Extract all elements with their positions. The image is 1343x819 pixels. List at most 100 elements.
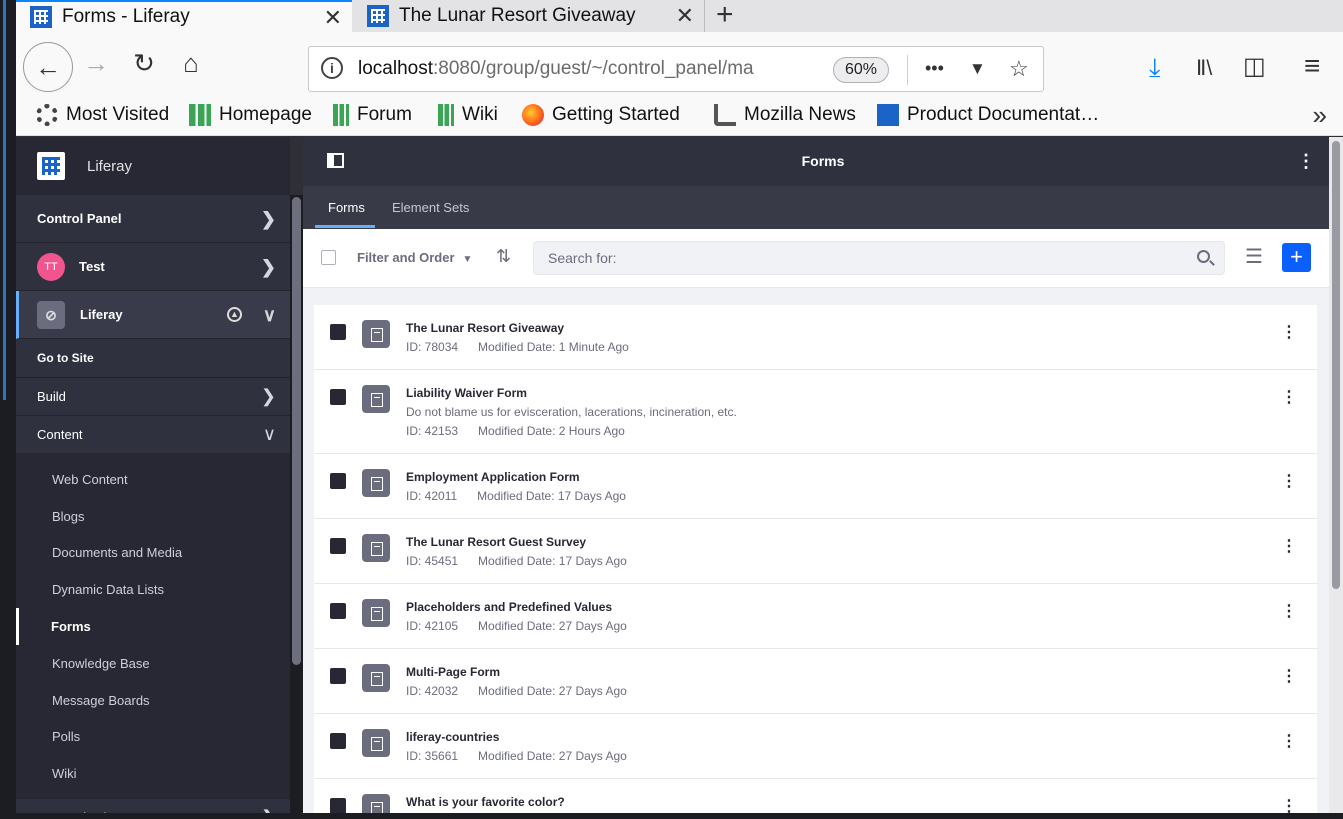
- chevron-down-icon[interactable]: ∨: [263, 305, 276, 326]
- form-title[interactable]: Placeholders and Predefined Values: [406, 600, 627, 614]
- form-title[interactable]: The Lunar Resort Guest Survey: [406, 535, 627, 549]
- list-item[interactable]: The Lunar Resort Giveaway ID: 78034 Modifi…: [314, 305, 1317, 370]
- row-checkbox[interactable]: [330, 389, 346, 405]
- row-checkbox[interactable]: [330, 324, 346, 340]
- library-icon[interactable]: Ⅱ\: [1196, 56, 1212, 81]
- main-scrollbar[interactable]: [1329, 137, 1343, 819]
- row-checkbox[interactable]: [330, 538, 346, 554]
- portlet-header: Forms ⋮: [303, 137, 1343, 186]
- row-checkbox[interactable]: [330, 733, 346, 749]
- bookmark-most-visited[interactable]: Most Visited: [36, 104, 169, 126]
- sidebar-item-knowledge-base[interactable]: Knowledge Base: [16, 645, 290, 682]
- sidebar-item-documents-and-media[interactable]: Documents and Media: [16, 535, 290, 572]
- form-icon: [362, 664, 390, 692]
- close-tab-icon[interactable]: ✕: [676, 3, 694, 29]
- bookmark-mozilla-news[interactable]: Mozilla News: [714, 104, 856, 126]
- downloads-icon[interactable]: ⤓: [1149, 52, 1161, 84]
- browser-tab-giveaway[interactable]: The Lunar Resort Giveaway ✕: [353, 0, 705, 32]
- back-button[interactable]: ←: [23, 42, 73, 92]
- list-item[interactable]: Multi-Page Form ID: 42032 Modified Date: 2…: [314, 649, 1317, 714]
- tab-title: The Lunar Resort Giveaway: [399, 5, 636, 26]
- url-text[interactable]: localhost:8080/group/guest/~/control_pan…: [358, 58, 778, 80]
- sidebar-item-forms[interactable]: Forms: [16, 608, 290, 645]
- row-actions-kebab-icon[interactable]: ⋮: [1281, 604, 1297, 620]
- row-body: liferay-countries ID: 35661 Modified Date:…: [406, 730, 627, 763]
- filter-and-order-dropdown[interactable]: Filter and Order ▼: [357, 250, 472, 265]
- sidebar-item-dynamic-data-lists[interactable]: Dynamic Data Lists: [16, 571, 290, 608]
- zoom-level-button[interactable]: 60%: [833, 57, 889, 83]
- management-toolbar: Filter and Order ▼ ⇅ ☰ +: [303, 229, 1343, 288]
- build-section[interactable]: Build ❯: [16, 377, 290, 415]
- list-item[interactable]: The Lunar Resort Guest Survey ID: 45451 Mo…: [314, 519, 1317, 584]
- hamburger-menu-icon[interactable]: ≡: [1304, 50, 1320, 82]
- bookmarks-overflow-icon[interactable]: »: [1313, 100, 1327, 131]
- row-actions-kebab-icon[interactable]: ⋮: [1281, 669, 1297, 685]
- forward-button[interactable]: →: [79, 46, 113, 80]
- site-info-icon[interactable]: i: [321, 57, 343, 79]
- row-actions-kebab-icon[interactable]: ⋮: [1281, 325, 1297, 341]
- row-checkbox[interactable]: [330, 603, 346, 619]
- row-checkbox[interactable]: [330, 798, 346, 814]
- list-item[interactable]: liferay-countries ID: 35661 Modified Date:…: [314, 714, 1317, 779]
- tab-forms[interactable]: Forms: [328, 200, 365, 215]
- form-modified-date: 27 Days Ago: [558, 684, 627, 698]
- form-title[interactable]: The Lunar Resort Giveaway: [406, 321, 629, 335]
- row-checkbox[interactable]: [330, 668, 346, 684]
- new-tab-button[interactable]: +: [716, 0, 734, 32]
- reload-button[interactable]: ↻: [127, 46, 161, 80]
- go-to-site-link[interactable]: Go to Site: [16, 339, 290, 377]
- row-actions-kebab-icon[interactable]: ⋮: [1281, 390, 1297, 406]
- form-title[interactable]: Multi-Page Form: [406, 665, 627, 679]
- content-section[interactable]: Content ∨: [16, 415, 290, 453]
- sidebar-item-polls[interactable]: Polls: [16, 719, 290, 756]
- pocket-icon[interactable]: ▼: [969, 59, 986, 79]
- site-row[interactable]: ⊘ Liferay ▲ ∨: [16, 291, 290, 339]
- sidebar-item-blogs[interactable]: Blogs: [16, 498, 290, 535]
- form-title[interactable]: Liability Waiver Form: [406, 386, 737, 400]
- firefox-icon: [522, 104, 544, 126]
- row-actions-kebab-icon[interactable]: ⋮: [1281, 734, 1297, 750]
- options-kebab-icon[interactable]: ⋮: [1297, 151, 1315, 172]
- form-meta: ID: 42153 Modified Date: 2 Hours Ago: [406, 424, 737, 438]
- compass-icon[interactable]: ▲: [227, 307, 242, 322]
- row-actions-kebab-icon[interactable]: ⋮: [1281, 474, 1297, 490]
- form-title[interactable]: Employment Application Form: [406, 470, 626, 484]
- browser-tab-forms[interactable]: Forms - Liferay ✕: [16, 0, 352, 32]
- sidebar-item-message-boards[interactable]: Message Boards: [16, 682, 290, 719]
- search-icon[interactable]: [1197, 250, 1210, 263]
- url-bar[interactable]: i localhost:8080/group/guest/~/control_p…: [308, 46, 1044, 92]
- list-item[interactable]: Placeholders and Predefined Values ID: 42…: [314, 584, 1317, 649]
- bookmark-star-icon[interactable]: ☆: [1009, 56, 1029, 82]
- product-menu-scrollbar[interactable]: [290, 195, 303, 819]
- page-actions-icon[interactable]: •••: [925, 58, 944, 79]
- tab-element-sets[interactable]: Element Sets: [392, 200, 469, 215]
- list-item[interactable]: Liability Waiver Form Do not blame us for…: [314, 370, 1317, 454]
- add-form-button[interactable]: +: [1282, 243, 1311, 272]
- sidebar-toggle-icon[interactable]: ◫: [1243, 52, 1266, 81]
- bookmark-forum[interactable]: Forum: [333, 104, 412, 126]
- chevron-right-icon: ❯: [260, 386, 276, 406]
- list-item[interactable]: Employment Application Form ID: 42011 Modi…: [314, 454, 1317, 519]
- bookmark-product-documentation[interactable]: Product Documentat…: [877, 104, 1099, 126]
- sort-direction-icon[interactable]: ⇅: [496, 246, 511, 267]
- bookmark-homepage[interactable]: Homepage: [189, 104, 312, 126]
- sidebar-item-wiki[interactable]: Wiki: [16, 755, 290, 792]
- user-row[interactable]: TT Test ❯: [16, 243, 290, 291]
- bookmark-getting-started[interactable]: Getting Started: [522, 104, 680, 126]
- close-tab-icon[interactable]: ✕: [324, 5, 342, 31]
- search-input[interactable]: [534, 242, 1224, 274]
- sidebar-item-web-content[interactable]: Web Content: [16, 461, 290, 498]
- select-all-checkbox[interactable]: [321, 250, 336, 265]
- home-button[interactable]: ⌂: [174, 46, 208, 80]
- control-panel-row[interactable]: Control Panel ❯: [16, 195, 290, 243]
- form-id: 45451: [424, 554, 459, 568]
- bookmark-wiki[interactable]: Wiki: [438, 104, 498, 126]
- scrollbar-thumb[interactable]: [292, 197, 301, 665]
- form-title[interactable]: liferay-countries: [406, 730, 627, 744]
- row-checkbox[interactable]: [330, 473, 346, 489]
- form-title[interactable]: What is your favorite color?: [406, 795, 565, 809]
- id-prefix: ID:: [406, 489, 425, 503]
- row-actions-kebab-icon[interactable]: ⋮: [1281, 539, 1297, 555]
- list-view-icon[interactable]: ☰: [1245, 247, 1263, 267]
- scrollbar-thumb[interactable]: [1332, 141, 1340, 589]
